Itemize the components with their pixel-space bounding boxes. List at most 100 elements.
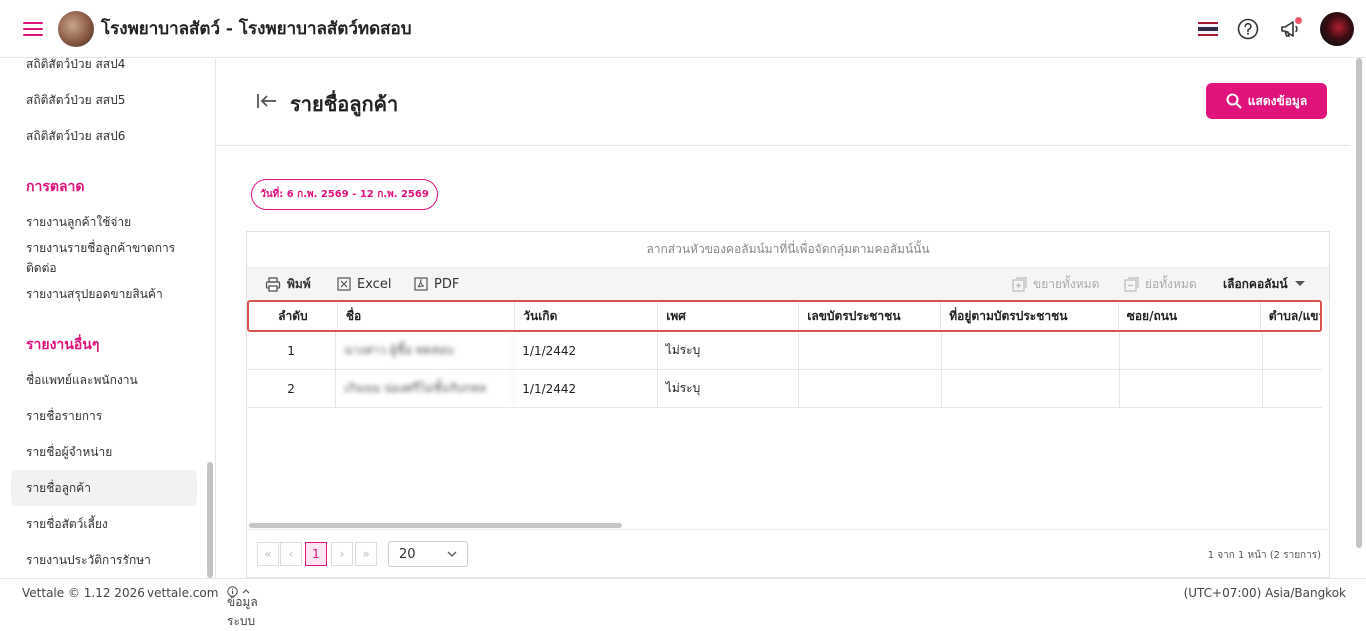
export-pdf-button[interactable]: PDF <box>414 268 459 300</box>
table-row[interactable]: 1 นางสาว ผู้ซื้อ ทดสอบ 1/1/2442 ไม่ระบุ <box>247 332 1322 370</box>
column-header-birthdate[interactable]: วันเกิด <box>515 302 659 330</box>
export-excel-button[interactable]: Excel <box>337 268 391 300</box>
expand-all-label: ขยายทั้งหมด <box>1033 276 1100 291</box>
page-scrollbar[interactable] <box>1356 58 1362 548</box>
clinic-logo <box>58 10 94 47</box>
cell-id-number <box>799 370 942 407</box>
collapse-icon <box>1124 276 1139 292</box>
show-data-button[interactable]: แสดงข้อมูล <box>1206 83 1327 119</box>
horizontal-scrollbar[interactable] <box>249 523 622 528</box>
column-header-no[interactable]: ลำดับ <box>249 302 338 330</box>
chevron-down-icon <box>447 551 457 557</box>
cell-sex: ไม่ระบุ <box>658 332 800 369</box>
page-info: 1 จาก 1 หน้า (2 รายการ) <box>1207 550 1321 561</box>
table-header-row: ลำดับ ชื่อ วันเกิด เพศ เลขบัตรประชาชน ที… <box>247 300 1322 332</box>
sidebar-item-customers[interactable]: รายชื่อลูกค้า <box>26 478 91 498</box>
sidebar-item-stat5[interactable]: สถิติสัตว์ป่วย สสป5 <box>26 90 125 110</box>
sidebar-item-treatment-history[interactable]: รายงานประวัติการรักษา <box>26 550 151 570</box>
page-size-value: 20 <box>399 546 416 562</box>
grid-table: ลำดับ ชื่อ วันเกิด เพศ เลขบัตรประชาชน ที… <box>247 300 1322 408</box>
column-header-sex[interactable]: เพศ <box>658 302 800 330</box>
cell-subdistrict <box>1263 332 1322 369</box>
thai-flag-icon[interactable] <box>1198 22 1218 36</box>
printer-icon <box>265 276 281 292</box>
sidebar-item-customer-spending[interactable]: รายงานลูกค้าใช้จ่าย <box>26 212 131 232</box>
version-text: Vettale © 1.12 2026 <box>22 586 145 600</box>
column-header-name[interactable]: ชื่อ <box>338 302 516 330</box>
cell-no: 1 <box>247 332 337 369</box>
sidebar-item-lost-contact-cont[interactable]: ติดต่อ <box>26 258 57 278</box>
sidebar-section-other: รายงานอื่นๆ <box>26 337 100 353</box>
sidebar-item-stat4[interactable]: สถิติสัตว์ป่วย สสป4 <box>26 58 125 74</box>
sidebar: สถิติสัตว์ป่วย สสป4 สถิติสัตว์ป่วย สสป5 … <box>0 58 216 578</box>
cell-sex: ไม่ระบุ <box>658 370 800 407</box>
expand-icon <box>1012 276 1027 292</box>
top-bar: โรงพยาบาลสัตว์ - โรงพยาบาลสัตว์ทดสอบ <box>0 0 1366 58</box>
megaphone-icon[interactable] <box>1278 17 1302 41</box>
pdf-label: PDF <box>434 276 460 292</box>
prev-page-button[interactable]: ‹ <box>280 542 302 566</box>
sidebar-item-stat6[interactable]: สถิติสัตว์ป่วย สสป6 <box>26 126 125 146</box>
excel-label: Excel <box>357 276 392 292</box>
cell-id-number <box>799 332 942 369</box>
cell-name: เกินนน น่องศรีไม่ชั้นรับกหล <box>336 370 515 407</box>
page-title: รายชื่อลูกค้า <box>290 92 399 116</box>
cell-street <box>1120 332 1263 369</box>
collapse-all-label: ย่อทั้งหมด <box>1145 276 1197 291</box>
cell-id-address <box>942 332 1120 369</box>
table-row[interactable]: 2 เกินนน น่องศรีไม่ชั้นรับกหล 1/1/2442 ไ… <box>247 370 1322 408</box>
search-icon <box>1226 93 1242 109</box>
choose-columns-label: เลือกคอลัมน์ <box>1223 276 1288 291</box>
page-header: รายชื่อลูกค้า แสดงข้อมูล <box>216 58 1350 146</box>
main-content: รายชื่อลูกค้า แสดงข้อมูล วันที่: 6 ก.พ. … <box>216 58 1350 578</box>
choose-columns-button[interactable]: เลือกคอลัมน์ <box>1223 268 1306 300</box>
last-page-button[interactable]: » <box>355 542 377 566</box>
next-page-button[interactable]: › <box>331 542 353 566</box>
sidebar-item-suppliers[interactable]: รายชื่อผู้จำหน่าย <box>26 442 112 462</box>
excel-file-icon <box>337 277 351 291</box>
collapse-all-button[interactable]: ย่อทั้งหมด <box>1124 268 1197 300</box>
column-header-id-address[interactable]: ที่อยู่ตามบัตรประชาชน <box>941 302 1119 330</box>
cell-subdistrict <box>1263 370 1322 407</box>
system-info-toggle[interactable]: ข้อมูลระบบ <box>227 586 258 628</box>
first-page-button[interactable]: « <box>257 542 279 566</box>
notification-dot <box>1295 17 1302 24</box>
print-label: พิมพ์ <box>287 276 311 291</box>
cell-street <box>1120 370 1263 407</box>
app-title: โรงพยาบาลสัตว์ - โรงพยาบาลสัตว์ทดสอบ <box>101 19 412 39</box>
site-link[interactable]: vettale.com <box>147 586 218 600</box>
caret-down-icon <box>1294 281 1305 286</box>
column-header-subdistrict[interactable]: ตำบล/แขวง <box>1261 302 1320 330</box>
sidebar-scrollbar[interactable] <box>207 462 213 578</box>
column-header-street[interactable]: ซอย/ถนน <box>1119 302 1261 330</box>
footer: Vettale © 1.12 2026 vettale.com ข้อมูลระ… <box>0 578 1366 628</box>
page-size-select[interactable]: 20 <box>388 541 468 567</box>
cell-birthdate: 1/1/2442 <box>514 370 658 407</box>
show-data-label: แสดงข้อมูล <box>1247 93 1308 108</box>
grid-toolbar: พิมพ์ Excel PDF ขยายทั้งหมด ย่อทั้งหมด เ… <box>247 268 1329 300</box>
pager: « ‹ 1 › » 20 1 จาก 1 หน้า (2 รายการ) <box>247 529 1329 577</box>
column-header-id-number[interactable]: เลขบัตรประชาชน <box>799 302 942 330</box>
cell-name: นางสาว ผู้ซื้อ ทดสอบ <box>336 332 515 369</box>
date-range-badge[interactable]: วันที่: 6 ก.พ. 2569 - 12 ก.พ. 2569 <box>251 179 438 210</box>
help-icon[interactable] <box>1236 17 1260 41</box>
group-panel-hint[interactable]: ลากส่วนหัวของคอลัมน์มาที่นี่เพื่อจัดกลุ่… <box>247 232 1329 268</box>
expand-all-button[interactable]: ขยายทั้งหมด <box>1012 268 1099 300</box>
sidebar-item-pets[interactable]: รายชื่อสัตว์เลี้ยง <box>26 514 108 534</box>
sidebar-item-sales-summary[interactable]: รายงานสรุปยอดขายสินค้า <box>26 284 163 304</box>
pdf-file-icon <box>414 277 428 291</box>
sidebar-item-doctors-staff[interactable]: ชื่อแพทย์และพนักงาน <box>26 370 138 390</box>
system-info-label: ข้อมูลระบบ <box>227 595 258 628</box>
cell-id-address <box>942 370 1120 407</box>
sidebar-item-lost-contact[interactable]: รายงานรายชื่อลูกค้าขาดการ <box>26 238 175 258</box>
back-arrow-icon[interactable] <box>256 92 278 114</box>
cell-birthdate: 1/1/2442 <box>514 332 658 369</box>
page-1-button[interactable]: 1 <box>305 542 327 566</box>
user-avatar[interactable] <box>1320 12 1354 46</box>
cell-no: 2 <box>247 370 337 407</box>
customer-grid: ลากส่วนหัวของคอลัมน์มาที่นี่เพื่อจัดกลุ่… <box>246 231 1330 578</box>
sidebar-section-marketing: การตลาด <box>26 179 85 195</box>
sidebar-item-items-list[interactable]: รายชื่อรายการ <box>26 406 102 426</box>
print-button[interactable]: พิมพ์ <box>265 268 311 300</box>
menu-icon[interactable] <box>23 21 43 36</box>
